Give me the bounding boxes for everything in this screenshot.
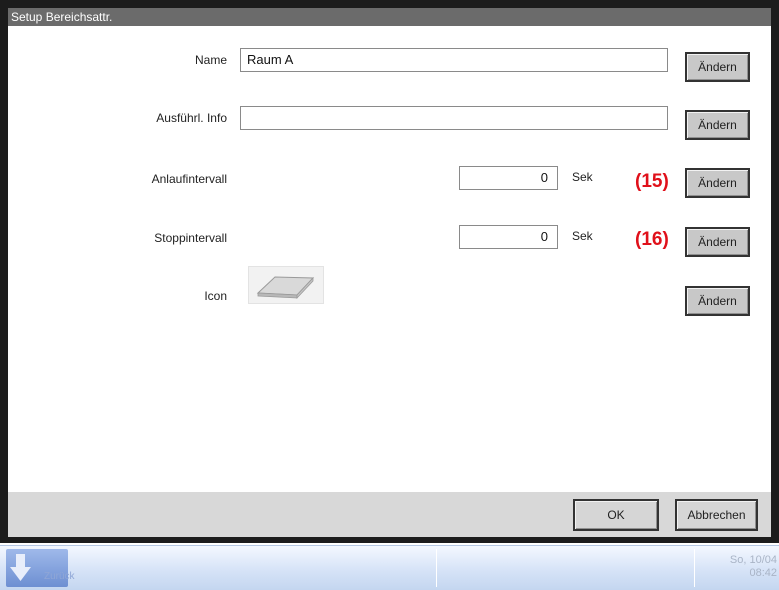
area-tile-icon <box>248 266 324 304</box>
start-interval-change-button[interactable]: Ändern <box>685 168 750 198</box>
cancel-button[interactable]: Abbrechen <box>675 499 758 531</box>
name-change-button[interactable]: Ändern <box>685 52 750 82</box>
start-interval-marker: (15) <box>635 171 669 192</box>
date-text: So, 10/04 <box>729 554 777 566</box>
down-arrow-icon <box>10 554 31 581</box>
taskbar-divider <box>436 549 437 587</box>
start-interval-field[interactable]: 0 <box>459 166 558 190</box>
info-change-button[interactable]: Ändern <box>685 110 750 140</box>
icon-label: Icon <box>204 289 227 303</box>
dialog-title: Setup Bereichsattr. <box>8 8 771 26</box>
stop-interval-label: Stoppintervall <box>154 231 227 245</box>
info-field[interactable] <box>240 106 668 130</box>
name-label: Name <box>194 53 227 67</box>
stop-interval-marker: (16) <box>635 229 669 250</box>
start-interval-label: Anlaufintervall <box>151 172 227 186</box>
clock: So, 10/04 08:42 <box>730 554 777 580</box>
dialog-content: Name Raum A Ändern Ausführl. Info Ändern… <box>8 26 771 492</box>
start-interval-unit: Sek <box>572 170 593 184</box>
stop-interval-field[interactable]: 0 <box>459 225 558 249</box>
icon-change-button[interactable]: Ändern <box>685 286 750 316</box>
ok-button[interactable]: OK <box>573 499 659 531</box>
stop-interval-unit: Sek <box>572 229 593 243</box>
back-button[interactable]: Zurück <box>6 549 75 587</box>
name-field[interactable]: Raum A <box>240 48 668 72</box>
info-label: Ausführl. Info <box>156 111 227 125</box>
taskbar-divider <box>694 549 695 587</box>
back-label: Zurück <box>44 571 75 582</box>
stop-interval-change-button[interactable]: Ändern <box>685 227 750 257</box>
dialog-footer: OK Abbrechen <box>8 492 771 537</box>
taskbar: Zurück So, 10/04 08:42 <box>0 545 779 590</box>
time-text: 08:42 <box>749 567 777 579</box>
